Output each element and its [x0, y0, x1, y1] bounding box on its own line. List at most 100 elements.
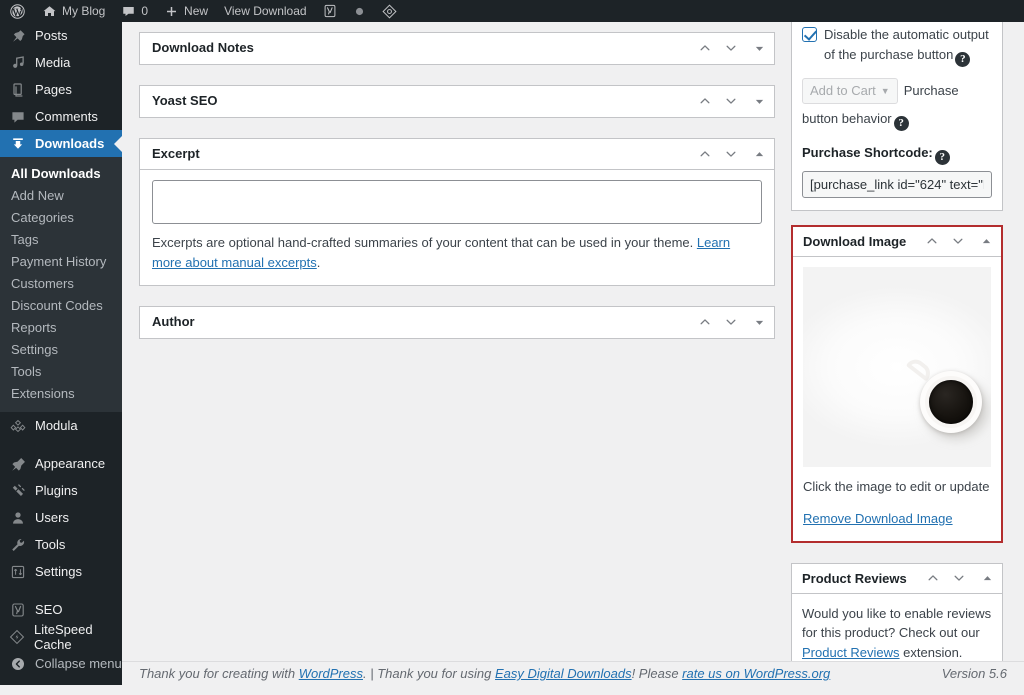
sidebar-item-downloads[interactable]: Downloads [0, 130, 122, 157]
sidebar-item-label: Users [35, 510, 69, 525]
postbox-actions [919, 227, 1001, 255]
postbox-header[interactable]: Excerpt [140, 139, 774, 170]
move-down-icon[interactable] [718, 87, 744, 115]
help-icon[interactable]: ? [894, 116, 909, 131]
triangle-down-icon[interactable] [744, 34, 774, 62]
submenu-item-add-new[interactable]: Add New [0, 185, 122, 207]
submenu-item-settings[interactable]: Settings [0, 339, 122, 361]
pin-icon [9, 27, 26, 44]
excerpt-help-after: . [317, 255, 321, 270]
sidebar-item-settings[interactable]: Settings [0, 558, 122, 585]
yoast-seo-menu[interactable] [315, 0, 345, 22]
move-down-icon[interactable] [718, 308, 744, 336]
tools-wrench-icon [9, 536, 26, 553]
sidebar-item-appearance[interactable]: Appearance [0, 450, 122, 477]
move-down-icon[interactable] [945, 227, 971, 255]
move-up-icon[interactable] [919, 227, 945, 255]
cup-coffee [929, 380, 973, 424]
yoast-seo-icon [323, 4, 337, 18]
help-icon[interactable]: ? [955, 52, 970, 67]
pages-icon [9, 81, 26, 98]
postbox-download-image: Download Image [791, 225, 1003, 543]
move-down-icon[interactable] [718, 34, 744, 62]
triangle-up-icon[interactable] [971, 227, 1001, 255]
move-up-icon[interactable] [692, 308, 718, 336]
footer-thanks-before: Thank you for creating with [139, 666, 299, 681]
sidebar-item-label: Modula [35, 418, 78, 433]
submenu-item-customers[interactable]: Customers [0, 273, 122, 295]
download-image-body: Click the image to edit or update Remove… [793, 257, 1001, 541]
remove-download-image-link[interactable]: Remove Download Image [803, 509, 991, 529]
purchase-shortcode-input[interactable] [802, 171, 992, 198]
rate-us-link[interactable]: rate us on WordPress.org [682, 666, 830, 681]
sidebar-item-litespeed-cache[interactable]: LiteSpeed Cache [0, 623, 122, 650]
sidebar-item-label: Pages [35, 82, 72, 97]
submenu-item-tags[interactable]: Tags [0, 229, 122, 251]
new-content-menu[interactable]: New [156, 0, 216, 22]
triangle-down-icon[interactable] [744, 87, 774, 115]
easy-digital-downloads-link[interactable]: Easy Digital Downloads [495, 666, 632, 681]
excerpt-help-before: Excerpts are optional hand-crafted summa… [152, 235, 697, 250]
select-value: Add to Cart [810, 77, 876, 105]
submenu-item-payment-history[interactable]: Payment History [0, 251, 122, 273]
plus-icon [164, 4, 179, 19]
excerpt-input[interactable] [152, 180, 762, 224]
sidebar-item-modula[interactable]: Modula [0, 412, 122, 439]
sidebar-item-comments[interactable]: Comments [0, 103, 122, 130]
postbox-header[interactable]: Author [140, 307, 774, 338]
disable-purchase-button-checkbox[interactable] [802, 27, 817, 42]
media-icon [9, 54, 26, 71]
submenu-item-extensions[interactable]: Extensions [0, 383, 122, 405]
postbox-actions [920, 564, 1002, 592]
postbox-header[interactable]: Yoast SEO [140, 86, 774, 117]
sidebar-item-users[interactable]: Users [0, 504, 122, 531]
product-reviews-link[interactable]: Product Reviews [802, 645, 900, 660]
site-name-menu[interactable]: My Blog [34, 0, 113, 22]
secondary-column: Button Options Disable the automatic out… [791, 14, 1003, 695]
adminbar-dot-menu[interactable] [345, 0, 374, 22]
sidebar-item-label: Plugins [35, 483, 78, 498]
move-up-icon[interactable] [692, 140, 718, 168]
sidebar-item-media[interactable]: Media [0, 49, 122, 76]
sidebar-item-plugins[interactable]: Plugins [0, 477, 122, 504]
sidebar-item-posts[interactable]: Posts [0, 22, 122, 49]
submenu-item-discount-codes[interactable]: Discount Codes [0, 295, 122, 317]
move-up-icon[interactable] [692, 87, 718, 115]
view-download-link[interactable]: View Download [216, 0, 315, 22]
triangle-up-icon[interactable] [972, 564, 1002, 592]
triangle-down-icon[interactable] [744, 308, 774, 336]
submenu-item-reports[interactable]: Reports [0, 317, 122, 339]
sidebar-item-pages[interactable]: Pages [0, 76, 122, 103]
wordpress-version: Version 5.6 [942, 666, 1007, 681]
postbox-header[interactable]: Product Reviews [792, 564, 1002, 594]
sidebar-item-seo[interactable]: SEO [0, 596, 122, 623]
sidebar-item-label: Tools [35, 537, 65, 552]
submenu-item-categories[interactable]: Categories [0, 207, 122, 229]
download-image-thumbnail[interactable] [803, 267, 991, 467]
users-icon [9, 509, 26, 526]
submenu-item-tools[interactable]: Tools [0, 361, 122, 383]
postbox-header[interactable]: Download Notes [140, 33, 774, 64]
postbox-header[interactable]: Download Image [793, 227, 1001, 257]
wordpress-link[interactable]: WordPress [299, 666, 363, 681]
move-up-icon[interactable] [920, 564, 946, 592]
sidebar-item-label: Posts [35, 28, 68, 43]
sidebar-item-tools[interactable]: Tools [0, 531, 122, 558]
triangle-up-icon[interactable] [744, 140, 774, 168]
wordpress-icon [10, 4, 25, 19]
submenu-item-all-downloads[interactable]: All Downloads [0, 163, 122, 185]
help-icon[interactable]: ? [935, 150, 950, 165]
move-down-icon[interactable] [946, 564, 972, 592]
collapse-menu-button[interactable]: Collapse menu [0, 650, 122, 677]
postbox-actions [692, 87, 774, 115]
wordpress-logo-button[interactable] [0, 0, 34, 22]
purchase-shortcode-label: Purchase Shortcode:? [802, 143, 992, 165]
comments-count: 0 [141, 4, 148, 18]
settings-sliders-icon [9, 563, 26, 580]
litespeed-cache-menu[interactable] [374, 0, 405, 22]
downloads-submenu: All Downloads Add New Categories Tags Pa… [0, 157, 122, 412]
move-up-icon[interactable] [692, 34, 718, 62]
sidebar-item-label: Downloads [35, 136, 104, 151]
comments-bubble-button[interactable]: 0 [113, 0, 156, 22]
move-down-icon[interactable] [718, 140, 744, 168]
